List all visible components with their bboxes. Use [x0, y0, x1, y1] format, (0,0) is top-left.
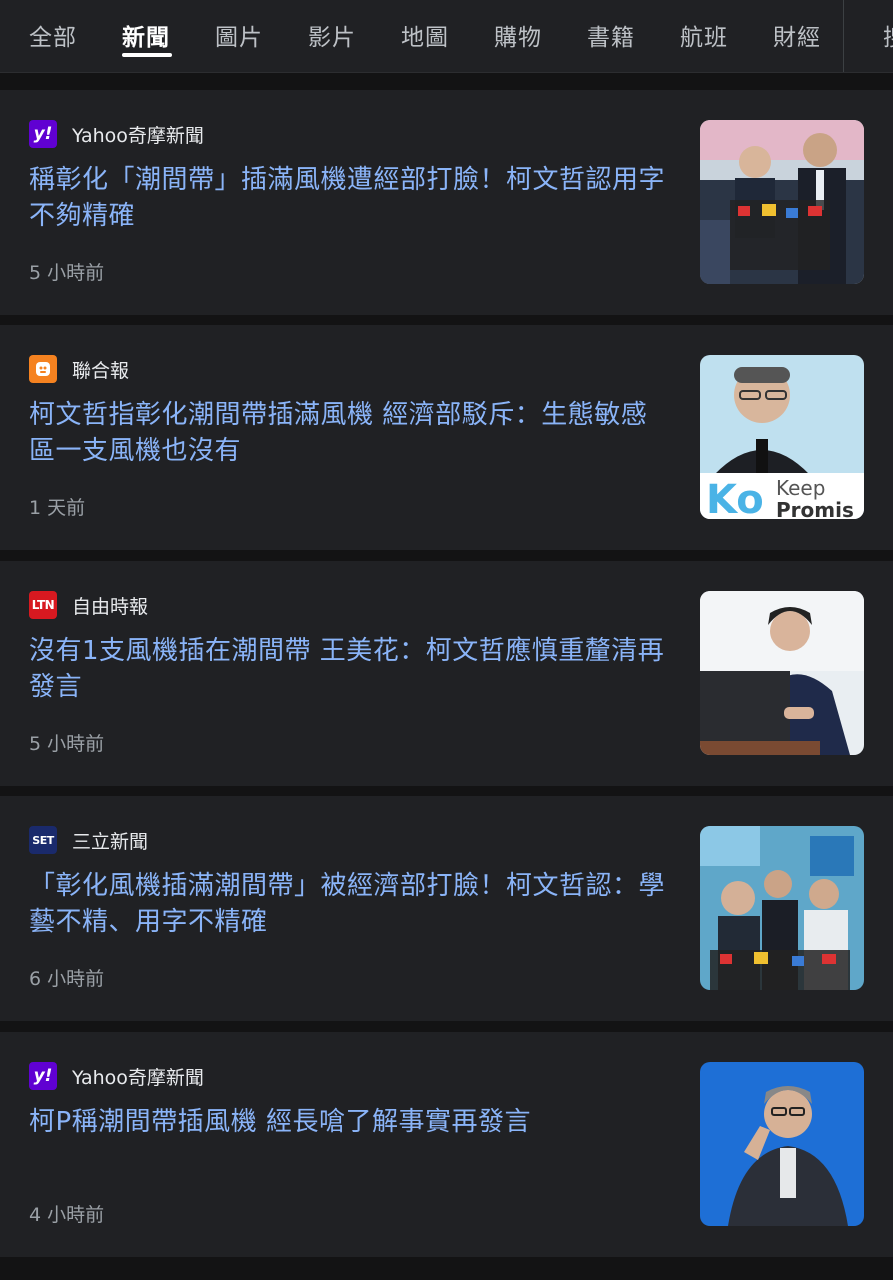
official-at-lectern-photo[interactable] — [700, 591, 864, 755]
tab-shopping[interactable]: 購物 — [494, 18, 542, 52]
tab-maps[interactable]: 地圖 — [401, 18, 449, 52]
tab-finance[interactable]: 財經 — [773, 18, 821, 52]
yahoo-icon: y! — [29, 120, 57, 148]
headline-link[interactable]: 稱彰化「潮間帶」插滿風機遭經部打臉！柯文哲認用字不夠精確 — [29, 162, 669, 234]
speaker-at-podium-photo[interactable]: Ko Keep Promis — [700, 355, 864, 519]
headline-link[interactable]: 「彰化風機插滿潮間帶」被經濟部打臉！柯文哲認：學藝不精、用字不精確 — [29, 868, 669, 940]
news-card[interactable]: SET 三立新聞 「彰化風機插滿潮間帶」被經濟部打臉！柯文哲認：學藝不精、用字不… — [0, 796, 893, 1021]
timestamp: 5 小時前 — [29, 733, 105, 755]
tab-all[interactable]: 全部 — [29, 18, 77, 52]
source-name: 自由時報 — [72, 596, 149, 618]
ltn-icon: LTN — [29, 591, 57, 619]
crowd-interview-photo[interactable] — [700, 826, 864, 990]
tab-more-partial[interactable]: 搜 — [883, 18, 893, 52]
active-tab-indicator — [122, 53, 172, 57]
svg-text:Keep: Keep — [776, 476, 825, 500]
news-card[interactable]: y! Yahoo奇摩新聞 稱彰化「潮間帶」插滿風機遭經部打臉！柯文哲認用字不夠精… — [0, 90, 893, 315]
svg-text:Promis: Promis — [776, 498, 854, 519]
udn-icon — [29, 355, 57, 383]
yahoo-icon: y! — [29, 1062, 57, 1090]
source-name: 三立新聞 — [72, 831, 149, 853]
press-conference-photo[interactable] — [700, 120, 864, 284]
headline-link[interactable]: 柯P稱潮間帶插風機 經長嗆了解事實再發言 — [29, 1104, 669, 1140]
source-name: Yahoo奇摩新聞 — [72, 1067, 204, 1089]
tab-news[interactable]: 新聞 — [122, 18, 170, 52]
tab-videos[interactable]: 影片 — [308, 18, 356, 52]
speaker-gesturing-photo[interactable] — [700, 1062, 864, 1226]
set-icon: SET — [29, 826, 57, 854]
news-card[interactable]: LTN 自由時報 沒有1支風機插在潮間帶 王美花：柯文哲應慎重釐清再發言 5 小… — [0, 561, 893, 786]
news-card[interactable]: y! Yahoo奇摩新聞 柯P稱潮間帶插風機 經長嗆了解事實再發言 4 小時前 — [0, 1032, 893, 1257]
tab-books[interactable]: 書籍 — [587, 18, 635, 52]
news-card[interactable]: 聯合報 柯文哲指彰化潮間帶插滿風機 經濟部駁斥：生態敏感區一支風機也沒有 1 天… — [0, 325, 893, 550]
timestamp: 5 小時前 — [29, 262, 105, 284]
headline-link[interactable]: 柯文哲指彰化潮間帶插滿風機 經濟部駁斥：生態敏感區一支風機也沒有 — [29, 397, 669, 469]
source-name: 聯合報 — [72, 360, 130, 382]
tab-divider — [843, 0, 844, 72]
tab-flights[interactable]: 航班 — [680, 18, 728, 52]
svg-text:Ko: Ko — [706, 477, 764, 519]
timestamp: 1 天前 — [29, 497, 86, 519]
headline-link[interactable]: 沒有1支風機插在潮間帶 王美花：柯文哲應慎重釐清再發言 — [29, 633, 669, 705]
timestamp: 4 小時前 — [29, 1204, 105, 1226]
timestamp: 6 小時前 — [29, 968, 105, 990]
search-tabs-bar: 全部 新聞 圖片 影片 地圖 購物 書籍 航班 財經 搜 — [0, 0, 893, 73]
source-name: Yahoo奇摩新聞 — [72, 125, 204, 147]
tab-images[interactable]: 圖片 — [215, 18, 263, 52]
